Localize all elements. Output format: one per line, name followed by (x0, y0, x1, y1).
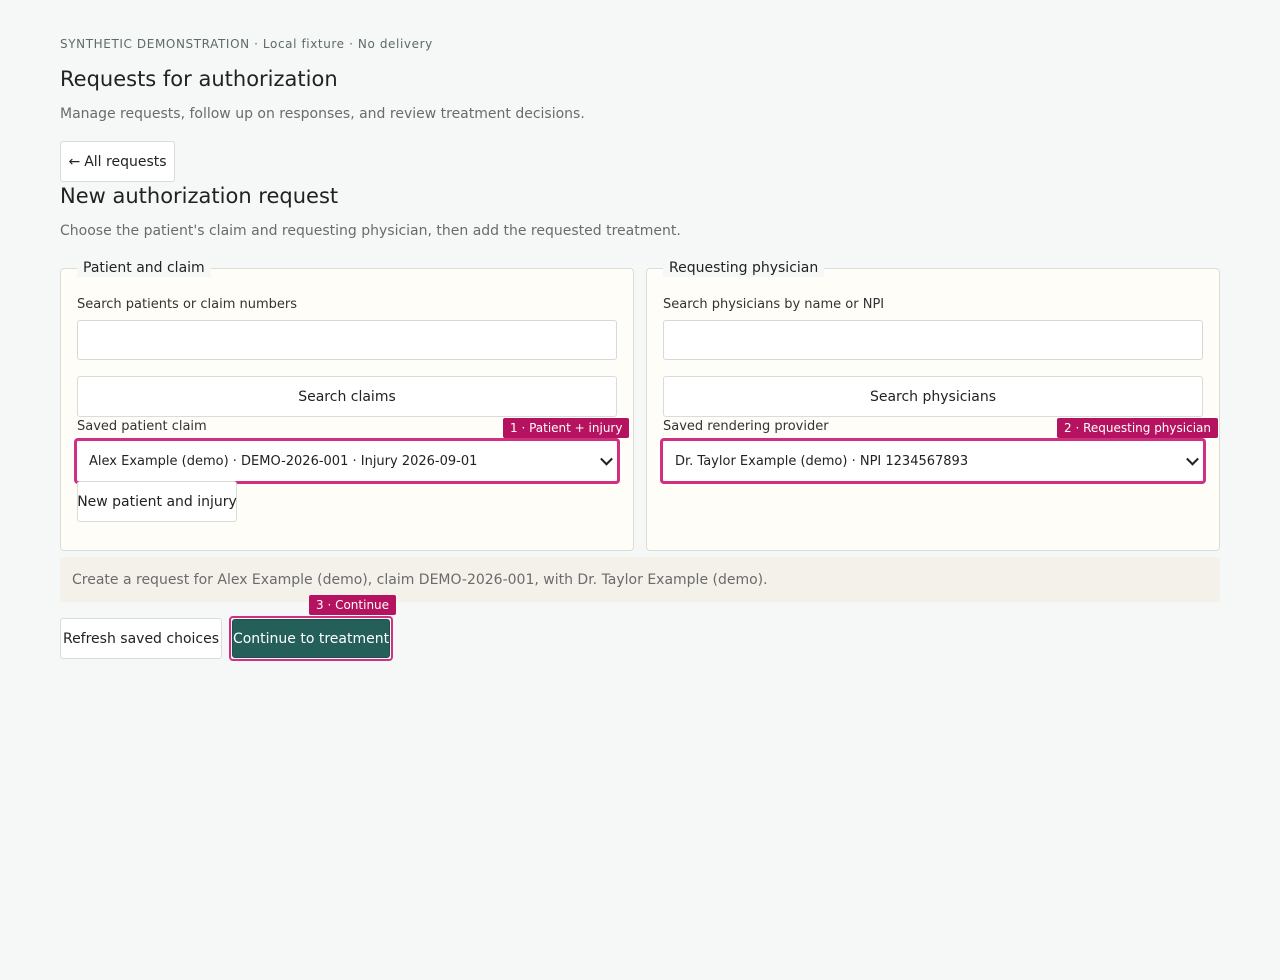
step-3-tag: 3 · Continue (309, 595, 397, 615)
form-title: New authorization request (60, 184, 339, 208)
physician-search-input[interactable] (663, 320, 1203, 360)
page-subtitle: Manage requests, follow up on responses,… (60, 106, 585, 122)
new-patient-injury-button[interactable]: New patient and injury (77, 481, 237, 522)
demo-notice: SYNTHETIC DEMONSTRATION · Local fixture … (60, 37, 433, 51)
saved-patient-claim-value: Alex Example (demo) · DEMO-2026-001 · In… (89, 453, 478, 469)
search-physicians-button[interactable]: Search physicians (663, 376, 1203, 417)
chevron-down-icon (600, 452, 613, 466)
form-subtitle: Choose the patient's claim and requestin… (60, 223, 681, 239)
continue-to-treatment-button[interactable]: Continue to treatment (232, 619, 390, 658)
requesting-physician-legend: Requesting physician (663, 259, 825, 277)
refresh-saved-choices-button[interactable]: Refresh saved choices (60, 618, 222, 659)
saved-patient-claim-label: Saved patient claim (77, 419, 207, 434)
page: SYNTHETIC DEMONSTRATION · Local fixture … (0, 0, 1280, 980)
saved-rendering-provider-value: Dr. Taylor Example (demo) · NPI 12345678… (675, 453, 969, 469)
chevron-down-icon (1186, 452, 1199, 466)
search-claims-button[interactable]: Search claims (77, 376, 617, 417)
patient-search-label: Search patients or claim numbers (77, 297, 298, 312)
saved-rendering-provider-label: Saved rendering provider (663, 419, 829, 434)
step-1-tag: 1 · Patient + injury (503, 418, 630, 438)
all-requests-button[interactable]: ← All requests (60, 141, 175, 182)
all-requests-label: All requests (84, 153, 167, 170)
physician-search-label: Search physicians by name or NPI (663, 297, 885, 312)
saved-rendering-provider-select[interactable]: Dr. Taylor Example (demo) · NPI 12345678… (660, 438, 1206, 484)
page-title: Requests for authorization (60, 67, 338, 91)
request-summary: Create a request for Alex Example (demo)… (60, 557, 1220, 602)
patient-search-input[interactable] (77, 320, 617, 360)
arrow-left-icon: ← (68, 153, 81, 170)
step-2-tag: 2 · Requesting physician (1057, 418, 1218, 438)
patient-claim-legend: Patient and claim (77, 259, 211, 277)
saved-patient-claim-select[interactable]: Alex Example (demo) · DEMO-2026-001 · In… (74, 438, 620, 484)
